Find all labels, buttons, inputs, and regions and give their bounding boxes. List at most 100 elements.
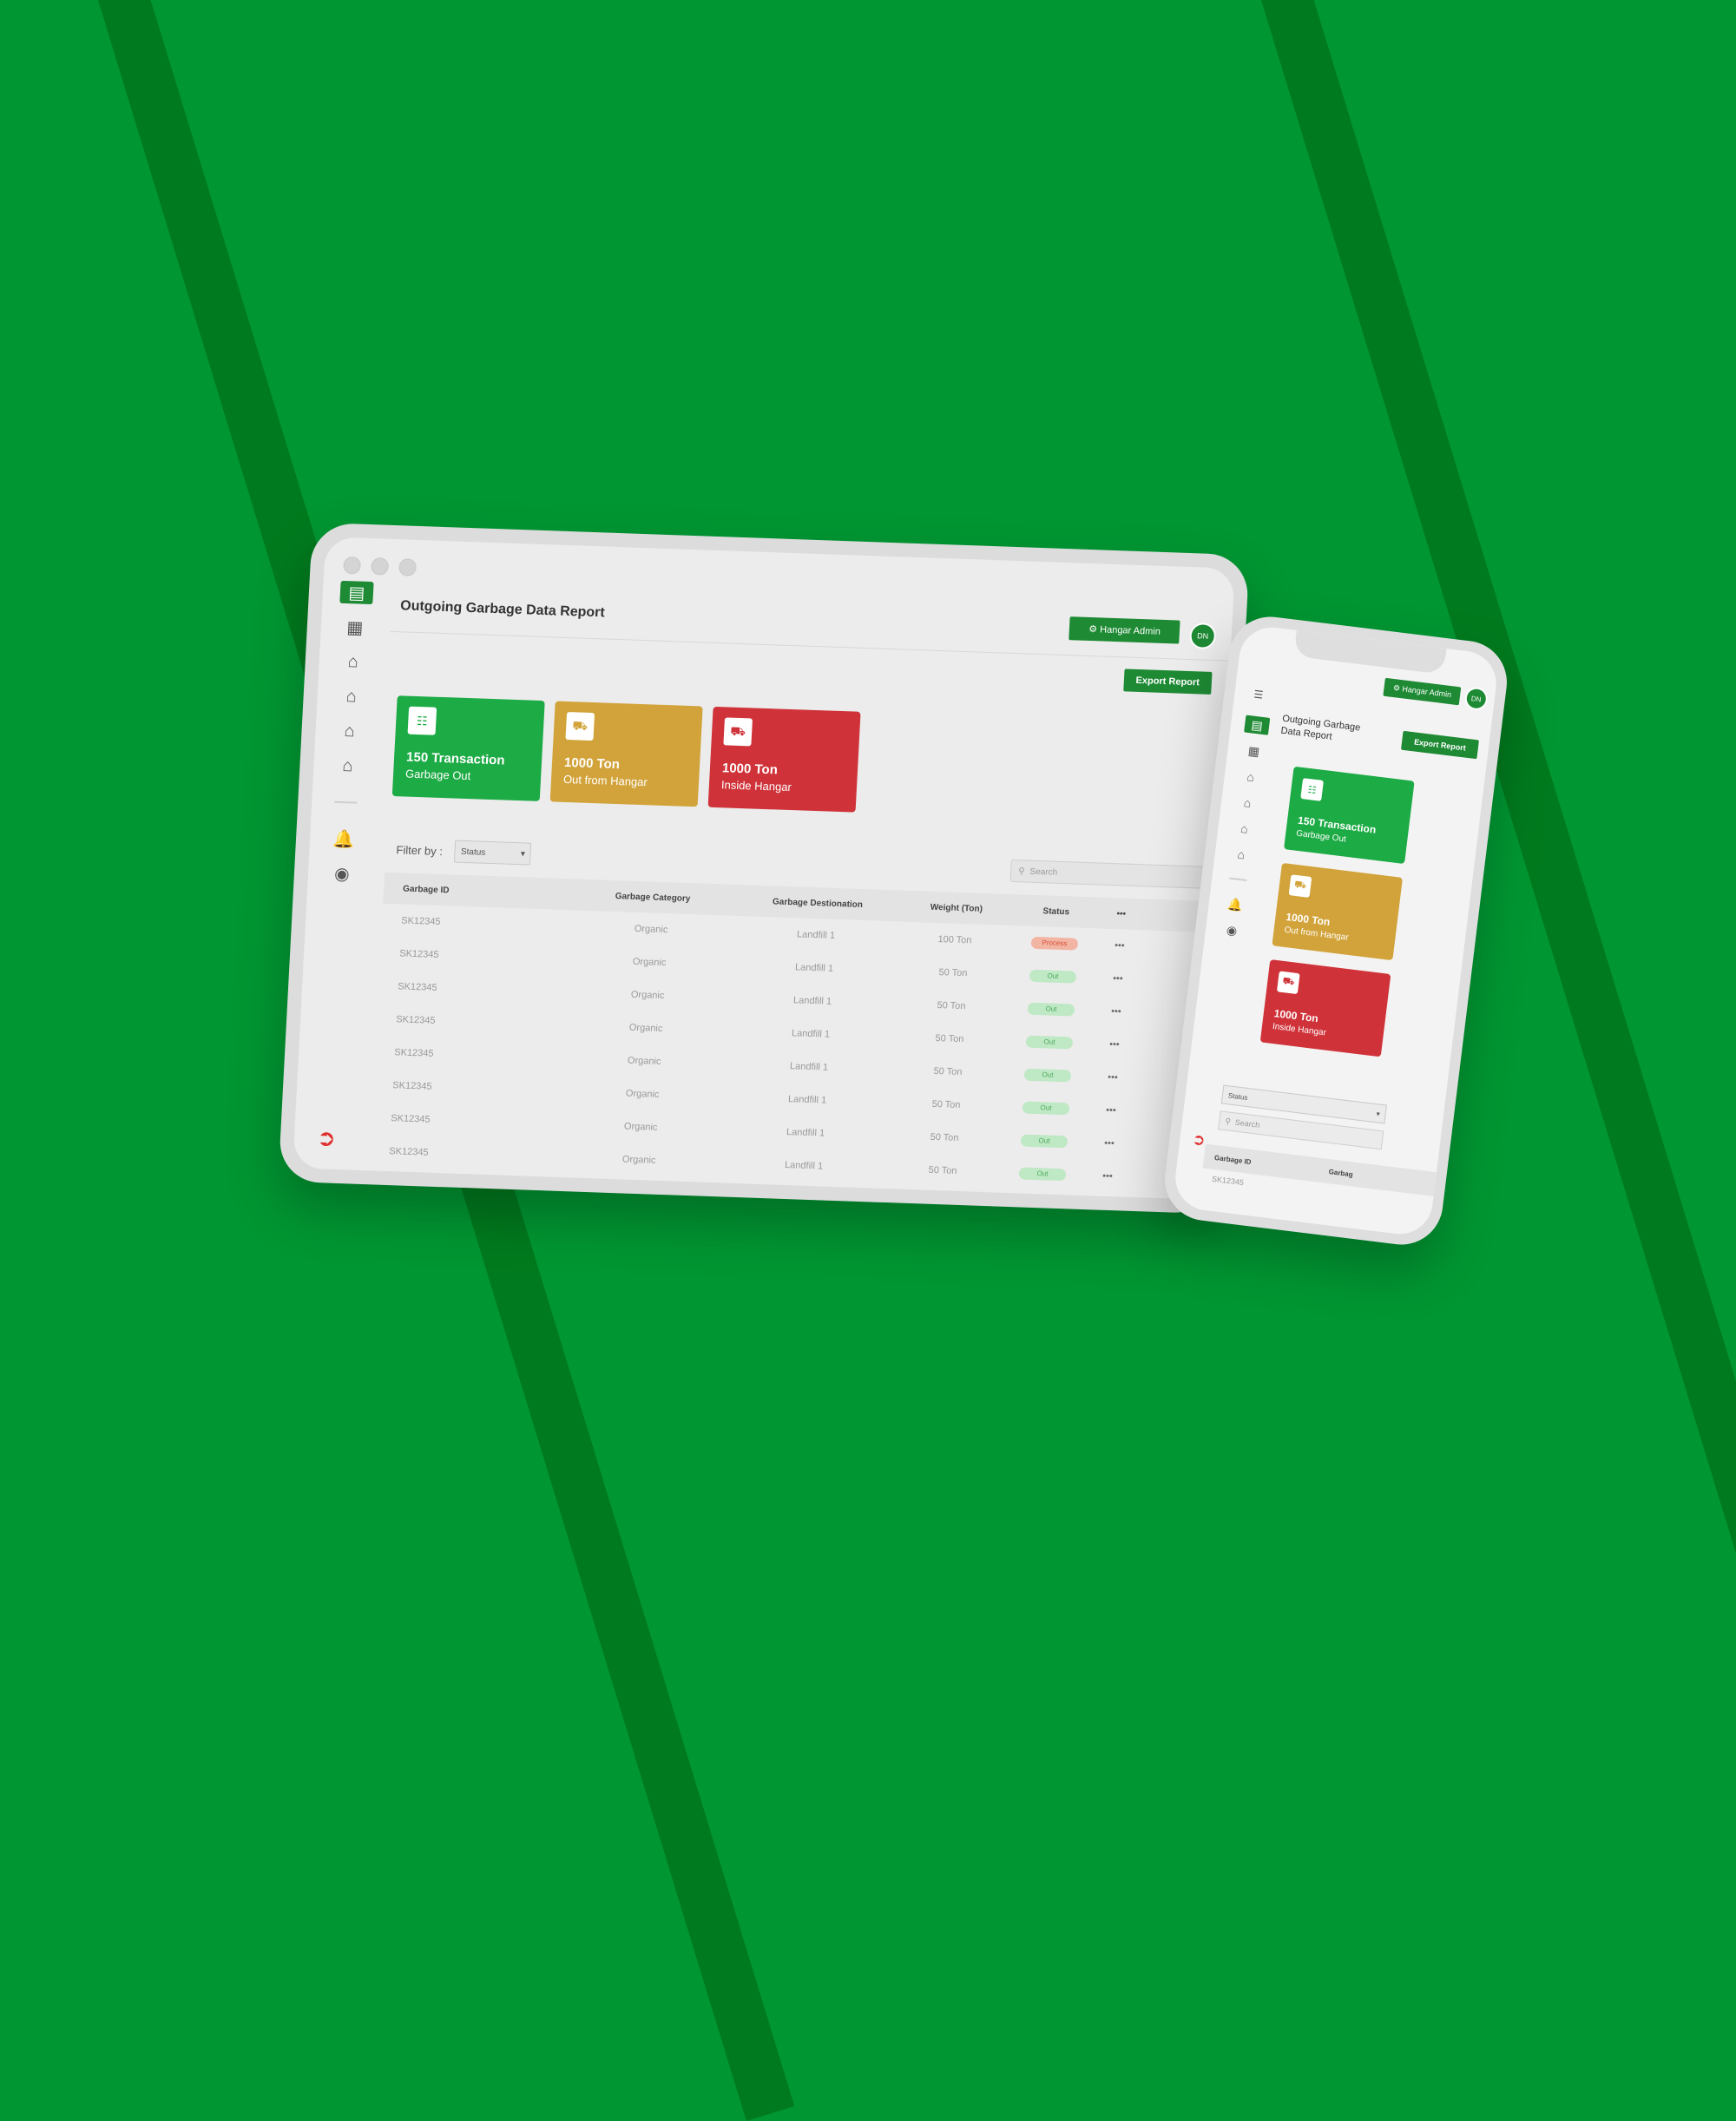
phone-sidebar-item-account[interactable]: ◉ xyxy=(1219,920,1245,940)
cell-garbage-destination: Landfill 1 xyxy=(726,1158,883,1174)
status-badge: Out xyxy=(1026,1036,1074,1050)
cell-garbage-destination: Landfill 1 xyxy=(731,1059,888,1075)
header-status[interactable]: Status xyxy=(1017,906,1096,918)
sidebar-item-hangar-1[interactable]: ⌂ xyxy=(336,650,370,674)
cell-status: Out xyxy=(1012,1002,1091,1017)
status-badge: Out xyxy=(1028,1003,1075,1017)
admin-icon: ⚙ xyxy=(1088,624,1101,635)
phone-logout-button[interactable]: ➲ xyxy=(1191,1130,1207,1150)
hangar-admin-label: Hangar Admin xyxy=(1100,624,1161,636)
hangar-settings-icon: ⌂ xyxy=(344,721,355,741)
chevron-down-icon: ▾ xyxy=(521,849,526,859)
phone-status-select-value: Status xyxy=(1227,1091,1248,1102)
phone-header-garbage-category[interactable]: Garbag xyxy=(1328,1168,1353,1178)
phone-sidebar-item-hangar-1[interactable]: ⌂ xyxy=(1238,767,1264,787)
phone-export-report-button[interactable]: Export Report xyxy=(1401,731,1479,760)
hangar-icon: ⌂ xyxy=(1246,769,1255,784)
sidebar-item-garbage-out[interactable]: ▤ xyxy=(339,581,373,604)
phone-table-header: Garbage ID Garbag xyxy=(1203,1144,1438,1197)
sidebar-item-account[interactable]: ◉ xyxy=(325,861,358,885)
phone-table-row[interactable]: SK12345 xyxy=(1212,1175,1245,1187)
phone-sidebar-item-garbage-out[interactable]: ▤ xyxy=(1244,715,1270,735)
window-maximize-button[interactable] xyxy=(398,558,417,576)
card-garbage-out[interactable]: ☷ 150 Transaction Garbage Out xyxy=(392,695,545,801)
cell-weight: 50 Ton xyxy=(884,1130,1006,1145)
cell-garbage-category: Organic xyxy=(557,1053,732,1070)
cell-garbage-id: SK12345 xyxy=(377,1014,560,1031)
sidebar-item-hangar-3[interactable]: ⌂ xyxy=(332,720,366,743)
card-label: Garbage Out xyxy=(405,767,471,783)
cell-garbage-id: SK12345 xyxy=(370,1145,553,1162)
row-more-button[interactable]: ••• xyxy=(1094,939,1147,952)
cell-garbage-category: Organic xyxy=(550,1185,725,1200)
card-value: 1000 Ton xyxy=(564,755,621,772)
cell-weight: 50 Ton xyxy=(880,1196,1003,1200)
phone-sidebar-item-hangar-3[interactable]: ⌂ xyxy=(1231,819,1257,839)
bell-icon: 🔔 xyxy=(1226,896,1243,912)
hangar-chart-icon: ⌂ xyxy=(1237,847,1246,862)
people-icon: ☷ xyxy=(1300,778,1324,801)
row-more-button[interactable]: ••• xyxy=(1092,972,1145,985)
status-badge: Out xyxy=(1023,1102,1070,1116)
card-out-from-hangar[interactable]: ⛟ 1000 Ton Out from Hangar xyxy=(550,702,703,807)
cell-garbage-category: Organic xyxy=(556,1086,730,1103)
search-input[interactable]: ⚲ Search xyxy=(1010,860,1220,889)
sidebar-item-transactions[interactable]: ▦ xyxy=(338,616,372,639)
cell-status: Out xyxy=(1005,1134,1084,1149)
row-more-button[interactable]: ••• xyxy=(1085,1104,1138,1116)
cell-weight: 100 Ton xyxy=(894,932,1016,947)
row-more-button[interactable]: ••• xyxy=(1087,1071,1140,1084)
phone-card-inside-hangar[interactable]: ⛟ 1000 Ton Inside Hangar xyxy=(1260,959,1391,1057)
phone-avatar[interactable]: DN xyxy=(1463,686,1489,711)
card-inside-hangar[interactable]: ⛟ 1000 Ton Inside Hangar xyxy=(708,707,861,813)
search-icon: ⚲ xyxy=(1018,866,1025,876)
search-icon: ⚲ xyxy=(1225,1116,1232,1127)
truck-icon: ⛟ xyxy=(1277,971,1300,994)
row-more-button[interactable]: ••• xyxy=(1090,1005,1143,1018)
phone-sidebar-item-hangar-2[interactable]: ⌂ xyxy=(1234,793,1260,813)
header-garbage-destination[interactable]: Garbage Destionation xyxy=(740,896,896,911)
window-close-button[interactable] xyxy=(343,557,361,575)
page-title: Outgoing Garbage Data Report xyxy=(400,598,605,621)
sidebar-divider xyxy=(334,801,357,804)
row-more-button[interactable]: ••• xyxy=(1083,1137,1136,1149)
cell-weight: 50 Ton xyxy=(887,1064,1009,1079)
phone-card-garbage-out[interactable]: ☷ 150 Transaction Garbage Out xyxy=(1284,767,1415,864)
phone-page-title: Outgoing Garbage Data Report xyxy=(1280,713,1378,748)
sidebar-item-notifications[interactable]: 🔔 xyxy=(326,827,360,850)
summary-cards: ☷ 150 Transaction Garbage Out ⛟ 1000 Ton… xyxy=(392,695,861,812)
hangar-admin-button[interactable]: ⚙ Hangar Admin xyxy=(1069,616,1180,643)
cell-garbage-destination: Landfill 1 xyxy=(738,927,895,943)
phone-header-garbage-id[interactable]: Garbage ID xyxy=(1214,1153,1252,1165)
cell-status: Out xyxy=(1014,969,1093,984)
menu-toggle-icon[interactable]: ☰ xyxy=(1253,688,1264,702)
sidebar-item-hangar-2[interactable]: ⌂ xyxy=(334,685,368,708)
phone-sidebar-item-hangar-4[interactable]: ⌂ xyxy=(1228,844,1254,864)
cell-weight: 50 Ton xyxy=(889,1031,1011,1046)
card-label: Out from Hangar xyxy=(1284,925,1349,943)
avatar[interactable]: DN xyxy=(1189,622,1217,649)
header-garbage-id[interactable]: Garbage ID xyxy=(384,883,566,899)
cell-garbage-destination: Landfill 1 xyxy=(733,1026,890,1042)
logout-button[interactable]: ➲ xyxy=(316,1124,336,1152)
header-more-button[interactable]: ••• xyxy=(1095,908,1148,919)
phone-card-out-from-hangar[interactable]: ⛟ 1000 Ton Out from Hangar xyxy=(1272,863,1403,960)
phone-hangar-admin-button[interactable]: ⚙ Hangar Admin xyxy=(1384,678,1462,706)
header-garbage-category[interactable]: Garbage Category xyxy=(566,890,740,906)
cell-garbage-destination: Landfill 1 xyxy=(729,1092,886,1108)
phone-summary-cards: ☷ 150 Transaction Garbage Out ⛟ 1000 Ton… xyxy=(1260,767,1415,1057)
cell-garbage-destination: Landfill 1 xyxy=(724,1191,881,1200)
cell-status: Out xyxy=(1010,1035,1089,1050)
status-select[interactable]: Status ▾ xyxy=(454,840,531,866)
phone-sidebar-item-notifications[interactable]: 🔔 xyxy=(1222,894,1248,914)
cell-garbage-destination: Landfill 1 xyxy=(736,960,893,976)
row-more-button[interactable]: ••• xyxy=(1082,1170,1134,1182)
header-weight[interactable]: Weight (Ton) xyxy=(896,901,1018,915)
export-report-button[interactable]: Export Report xyxy=(1123,669,1213,695)
sidebar-item-hangar-4[interactable]: ⌂ xyxy=(331,754,365,778)
hangar-search-icon: ⌂ xyxy=(345,687,357,707)
cell-status: Out xyxy=(1003,1167,1082,1182)
phone-sidebar-item-transactions[interactable]: ▦ xyxy=(1240,741,1266,761)
row-more-button[interactable]: ••• xyxy=(1088,1038,1141,1051)
window-minimize-button[interactable] xyxy=(371,557,389,576)
